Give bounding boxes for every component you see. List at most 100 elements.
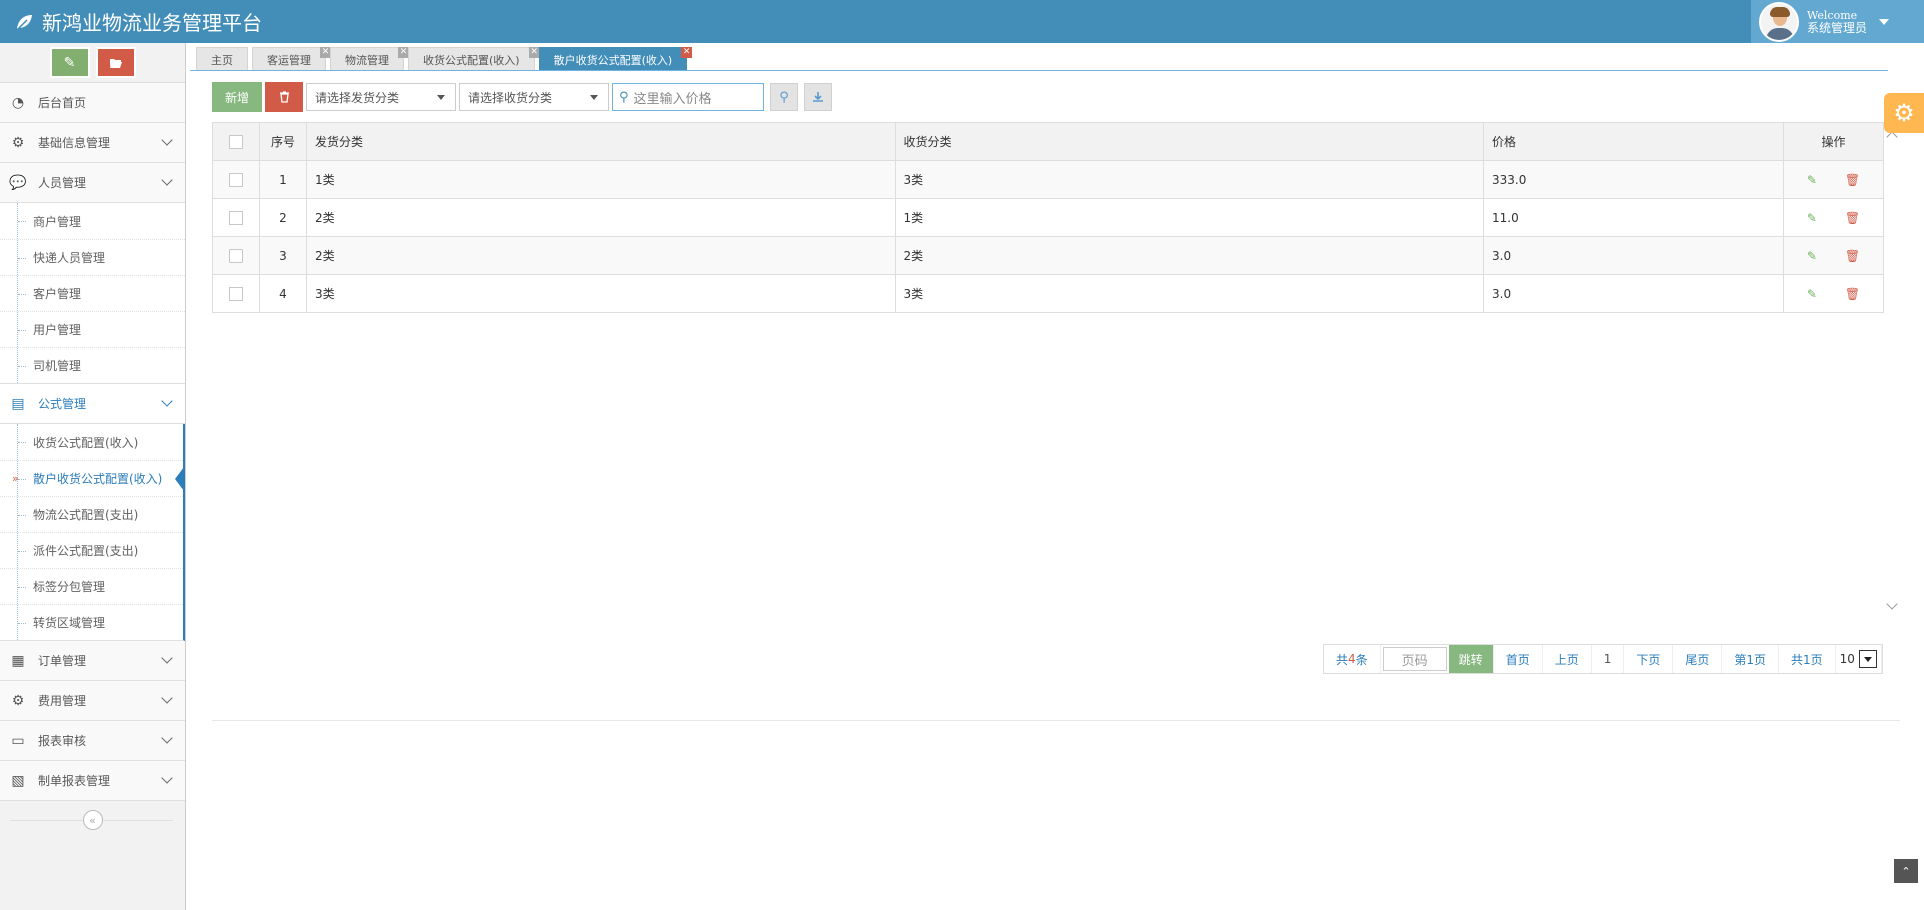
chevron-up-icon[interactable] <box>1886 131 1898 143</box>
row-send-category: 1类 <box>306 160 896 199</box>
shortcut-edit-button[interactable]: ✎ <box>49 47 90 78</box>
cogs-icon: ⚙ <box>11 134 25 151</box>
shortcut-folder-button[interactable] <box>95 47 136 78</box>
add-button[interactable]: 新增 <box>212 82 262 112</box>
leaf-icon <box>16 14 32 31</box>
sidebar-subitem-transfer-area[interactable]: 转货区域管理 <box>0 604 183 640</box>
trash-icon <box>279 91 289 103</box>
gear-icon: ⚙ <box>1893 99 1915 127</box>
jump-button[interactable]: 跳转 <box>1448 645 1494 673</box>
pager-total: 共4条 <box>1324 645 1381 673</box>
current-page: 1 <box>1592 645 1625 673</box>
row-receive-category: 3类 <box>894 160 1484 199</box>
send-category-select[interactable]: 请选择发货分类 <box>306 83 456 111</box>
prev-page-link[interactable]: 上页 <box>1543 645 1592 673</box>
first-page-link[interactable]: 首页 <box>1494 645 1543 673</box>
search-button[interactable]: ⚲ <box>770 83 798 111</box>
col-operations: 操作 <box>1783 122 1884 161</box>
col-receive-category[interactable]: 收货分类 <box>894 122 1484 161</box>
tab-home[interactable]: 主页 <box>196 47 248 71</box>
search-icon: ⚲ <box>779 89 789 105</box>
table-row[interactable]: 2 2类 1类 11.0 ✎ 🗑 <box>212 198 1884 237</box>
sidebar-subitem-driver[interactable]: 司机管理 <box>0 347 185 383</box>
sidebar-subitem-dispatch-formula[interactable]: 派件公式配置(支出) <box>0 532 183 568</box>
sidebar-item-fees[interactable]: ⚙ 费用管理 <box>0 681 185 721</box>
price-search-input[interactable]: ⚲ 这里输入价格 <box>612 83 764 111</box>
brand[interactable]: 新鸿业物流业务管理平台 <box>14 0 262 43</box>
row-checkbox[interactable] <box>229 248 243 263</box>
row-checkbox[interactable] <box>229 172 243 187</box>
row-checkbox[interactable] <box>229 286 243 301</box>
chevron-down-icon <box>161 692 173 704</box>
sidebar-item-home[interactable]: ◔ 后台首页 <box>0 83 185 123</box>
table-row[interactable]: 4 3类 3类 3.0 ✎ 🗑 <box>212 274 1884 313</box>
select-all-checkbox[interactable] <box>229 134 243 149</box>
sidebar-subitem-label-package[interactable]: 标签分包管理 <box>0 568 183 604</box>
sidebar-item-basic-info[interactable]: ⚙ 基础信息管理 <box>0 123 185 163</box>
receive-category-select[interactable]: 请选择收货分类 <box>459 83 609 111</box>
export-button[interactable] <box>804 83 832 111</box>
back-to-top-button[interactable]: ⌃ <box>1894 859 1918 883</box>
row-receive-category: 3类 <box>894 274 1484 313</box>
sidebar-subitem-logistics-formula[interactable]: 物流公式配置(支出) <box>0 496 183 532</box>
sidebar-item-bill-reports[interactable]: ▧ 制单报表管理 <box>0 761 185 801</box>
comments-icon: 💬 <box>9 174 27 191</box>
sidebar-item-personnel[interactable]: 💬 人员管理 <box>0 163 185 203</box>
next-page-link[interactable]: 下页 <box>1624 645 1674 673</box>
search-icon: ⚲ <box>619 89 629 105</box>
tab-passenger[interactable]: 客运管理 ✕ <box>252 47 331 71</box>
col-price[interactable]: 价格 <box>1483 122 1784 161</box>
sidebar-subitem-customer[interactable]: 客户管理 <box>0 275 185 311</box>
sidebar-item-label: 订单管理 <box>38 654 87 668</box>
picture-icon: ▧ <box>11 772 25 789</box>
sidebar-item-label: 制单报表管理 <box>38 774 111 788</box>
book-icon: ▤ <box>11 395 25 412</box>
top-navbar: 新鸿业物流业务管理平台 Welcome 系统管理员 <box>0 0 1924 43</box>
settings-gear-button[interactable]: ⚙ <box>1884 93 1924 133</box>
sidebar-item-orders[interactable]: ▦ 订单管理 <box>0 641 185 681</box>
sidebar-item-formula[interactable]: ▤ 公式管理 <box>0 384 185 424</box>
sidebar-item-label: 基础信息管理 <box>38 136 111 150</box>
sidebar-subitem-courier[interactable]: 快递人员管理 <box>0 239 185 275</box>
trash-icon[interactable]: 🗑 <box>1845 287 1860 301</box>
sidebar: ✎ ◔ 后台首页 ⚙ 基础信息管理 💬 人员管理 商户管理 快递人员管理 客户管… <box>0 43 186 910</box>
trash-icon[interactable]: 🗑 <box>1845 173 1860 187</box>
user-name: 系统管理员 <box>1807 20 1868 35</box>
delete-button[interactable] <box>265 82 303 112</box>
sidebar-subitem-receive-formula[interactable]: 收货公式配置(收入) <box>0 424 183 460</box>
sidebar-item-report-review[interactable]: ▭ 报表审核 <box>0 721 185 761</box>
table-scrollbar[interactable] <box>1886 131 1898 610</box>
sidebar-subitem-user[interactable]: 用户管理 <box>0 311 185 347</box>
edit-icon[interactable]: ✎ <box>1807 173 1817 187</box>
double-angle-right-icon: » <box>12 472 19 485</box>
sidebar-item-label: 报表审核 <box>38 734 87 748</box>
sidebar-item-label: 费用管理 <box>38 694 87 708</box>
tab-logistics[interactable]: 物流管理 ✕ <box>330 47 409 71</box>
close-icon[interactable]: ✕ <box>681 47 693 58</box>
col-send-category[interactable]: 发货分类 <box>306 122 896 161</box>
tab-receive-formula[interactable]: 收货公式配置(收入) ✕ <box>408 47 540 71</box>
row-checkbox[interactable] <box>229 210 243 225</box>
tab-retail-receive-formula[interactable]: 散户收货公式配置(收入) ✕ <box>538 47 693 71</box>
last-page-link[interactable]: 尾页 <box>1673 645 1723 673</box>
chevron-down-icon[interactable] <box>1886 598 1898 610</box>
trash-icon[interactable]: 🗑 <box>1845 249 1860 263</box>
collapse-sidebar-icon[interactable]: « <box>82 810 103 830</box>
edit-icon[interactable]: ✎ <box>1807 211 1817 225</box>
page-size-select[interactable]: 10 <box>1836 645 1882 673</box>
sidebar-subitem-retail-receive-formula[interactable]: » 散户收货公式配置(收入) <box>0 460 184 496</box>
select-all-cell <box>212 122 260 161</box>
edit-icon[interactable]: ✎ <box>1807 249 1817 263</box>
row-send-category: 2类 <box>306 236 896 275</box>
user-menu[interactable]: Welcome 系统管理员 <box>1751 0 1924 43</box>
desktop-icon: ▭ <box>11 732 25 749</box>
page-number-input[interactable]: 页码 <box>1382 647 1447 671</box>
trash-icon[interactable]: 🗑 <box>1845 211 1860 225</box>
app-title: 新鸿业物流业务管理平台 <box>42 11 262 35</box>
row-send-category: 2类 <box>306 198 896 237</box>
sidebar-subitem-merchant[interactable]: 商户管理 <box>0 203 185 239</box>
table-header-row: 序号 发货分类 收货分类 价格 操作 <box>212 122 1884 161</box>
table-row[interactable]: 3 2类 2类 3.0 ✎ 🗑 <box>212 236 1884 275</box>
table-row[interactable]: 1 1类 3类 333.0 ✎ 🗑 <box>212 160 1884 199</box>
edit-icon[interactable]: ✎ <box>1807 287 1817 301</box>
